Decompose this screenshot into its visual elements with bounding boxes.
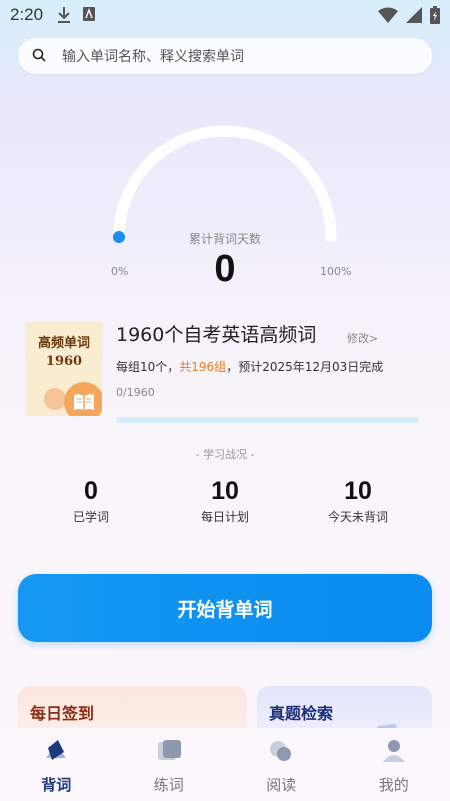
cover-decoration [44,388,66,410]
book-progress-text: 0/1960 [116,386,155,399]
stats-heading: - 学习战况 - [195,448,255,461]
download-icon [56,6,72,28]
tab-memorize[interactable]: 背词 [0,728,113,801]
gauge-caption: 累计背词天数 [188,232,261,246]
stat-label: 已学词 [72,510,109,524]
status-right-icons [378,6,440,28]
tab-label: 阅读 [266,776,297,794]
book-title: 1960个自考英语高频词 [116,324,317,346]
stat-label: 每日计划 [200,510,249,524]
tab-label: 我的 [378,776,409,794]
practice-icon [155,738,183,768]
book-cover[interactable]: 高频单词 1960 [26,322,102,416]
daily-checkin-label: 每日签到 [30,704,95,723]
cover-year: 1960 [45,354,83,369]
exam-search-label: 真题检索 [269,704,334,723]
cover-title: 高频单词 [37,336,90,351]
status-time: 2:20 [10,5,44,24]
open-book-icon [72,392,96,416]
gauge-track [113,125,337,243]
battery-icon [430,6,440,28]
book-progress-bar [116,417,419,423]
book-icon [42,738,70,768]
gauge-value: 0 [214,248,236,290]
status-left-icons [56,6,96,28]
tab-label: 练词 [153,776,184,794]
wifi-icon [378,7,398,27]
tab-reading[interactable]: 阅读 [225,728,338,801]
tab-practice[interactable]: 练词 [113,728,226,801]
profile-icon [380,738,408,768]
status-bar: 2:20 [0,0,450,30]
stat-value: 0 [84,477,98,505]
stat-value: 10 [344,477,372,505]
tab-label: 背词 [41,776,72,794]
edit-book-link[interactable]: 修改> [347,330,378,346]
app-notification-icon [82,6,96,28]
stat-learned: 0 已学词 [41,476,141,525]
reading-icon [267,738,295,768]
plan-suffix: ，预计2025年12月03日完成 [226,360,384,374]
stat-value: 10 [211,477,239,505]
start-memorizing-button[interactable]: 开始背单词 [18,574,432,642]
stat-daily-plan: 10 每日计划 [175,476,275,525]
plan-group-count: 共196组 [179,360,227,374]
plan-prefix: 每组10个， [116,360,180,374]
stat-remaining-today: 10 今天未背词 [308,476,408,525]
search-bar[interactable]: 输入单词名称、释义搜索单词 [18,38,432,74]
stat-label: 今天未背词 [327,510,388,524]
search-icon [32,47,46,66]
gauge-max-label: 100% [320,265,352,278]
gauge-min-label: 0% [111,265,129,278]
book-plan: 每组10个，共196组，预计2025年12月03日完成 [116,358,383,375]
bottom-tab-bar: 背词 练词 阅读 我的 [0,728,450,801]
signal-icon [406,7,422,27]
search-input[interactable]: 输入单词名称、释义搜索单词 [62,46,244,66]
tab-profile[interactable]: 我的 [338,728,450,801]
